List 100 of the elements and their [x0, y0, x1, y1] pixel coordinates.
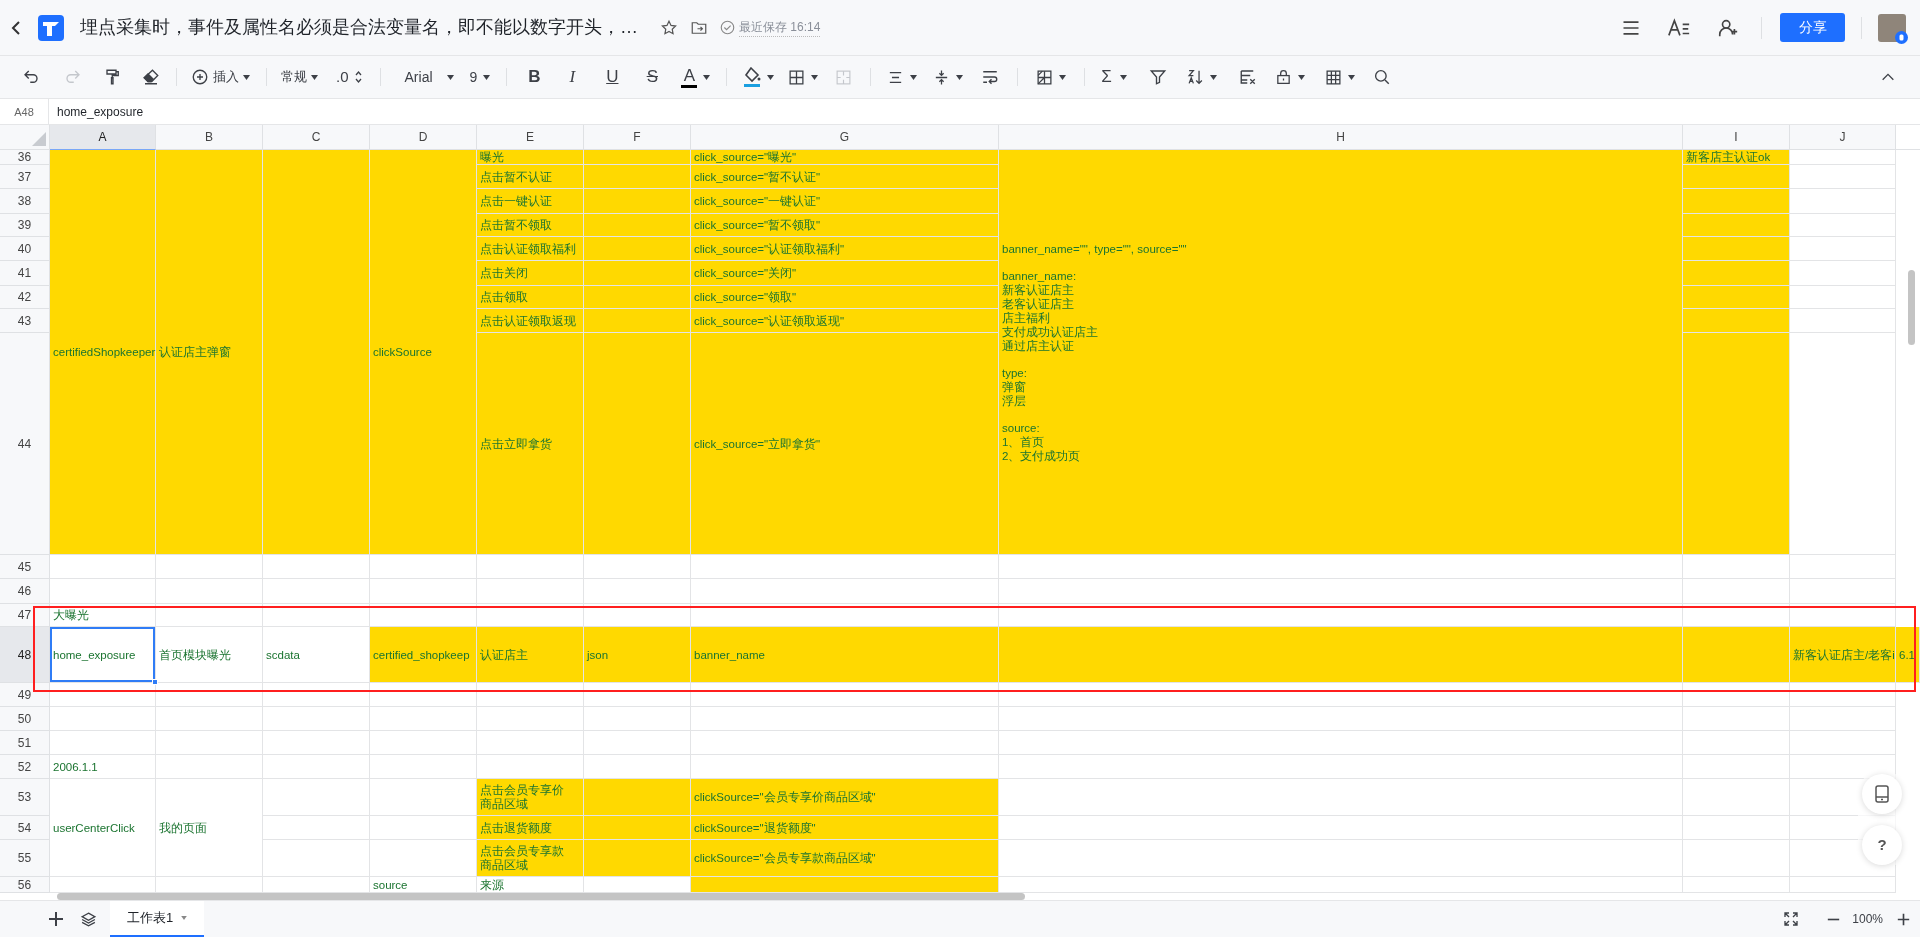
row-header[interactable]: 44 [0, 333, 50, 555]
column-header[interactable]: A [50, 125, 156, 150]
table-cell[interactable] [156, 707, 263, 731]
table-cell[interactable]: 点击领取 [477, 286, 584, 309]
table-cell[interactable] [584, 779, 691, 816]
table-cell[interactable] [477, 555, 584, 579]
share-button[interactable]: 分享 [1780, 13, 1845, 42]
table-cell[interactable] [584, 840, 691, 877]
table-cell[interactable] [1790, 309, 1896, 333]
table-cell[interactable] [1790, 731, 1896, 755]
table-cell[interactable]: 曝光 [477, 150, 584, 165]
table-cell[interactable] [263, 683, 370, 707]
font-dropdown[interactable]: Arial [400, 62, 458, 92]
table-cell[interactable] [999, 840, 1683, 877]
eraser-icon[interactable] [142, 68, 160, 86]
table-cell[interactable]: 点击暂不认证 [477, 165, 584, 189]
bold-button[interactable]: B [517, 62, 552, 92]
table-cell[interactable] [691, 731, 999, 755]
table-cell[interactable]: click_source="曝光" [691, 150, 999, 165]
table-cell[interactable] [477, 604, 584, 627]
row-header[interactable]: 36 [0, 150, 50, 165]
table-cell[interactable] [999, 731, 1683, 755]
table-cell[interactable] [1683, 286, 1790, 309]
table-cell[interactable] [1683, 604, 1790, 627]
table-cell[interactable]: certifiedShopkeeper [50, 150, 156, 555]
table-cell[interactable] [370, 731, 477, 755]
table-cell[interactable] [691, 877, 999, 893]
table-cell[interactable] [584, 261, 691, 286]
table-cell[interactable] [263, 877, 370, 893]
column-header[interactable]: H [999, 125, 1683, 150]
table-cell[interactable] [1790, 877, 1896, 893]
column-header[interactable]: G [691, 125, 999, 150]
table-cell[interactable]: banner_name="", type="", source="" banner_name: 新客认证店主 老客认证店主 店主福利 支付成功认证店主 通过店主认证 type: 弹窗 浮层 source: 1、首页 2、支付成功页 [999, 150, 1683, 555]
table-cell[interactable] [1790, 237, 1896, 261]
table-cell[interactable] [1790, 579, 1896, 604]
avatar-placeholder[interactable] [1878, 13, 1906, 42]
device-button[interactable] [1862, 774, 1902, 814]
row-header[interactable]: 41 [0, 261, 50, 286]
table-cell[interactable] [691, 707, 999, 731]
table-cell[interactable] [263, 150, 370, 555]
table-cell[interactable] [1683, 333, 1790, 555]
row-header[interactable]: 55 [0, 840, 50, 877]
table-cell[interactable]: 点击退货额度 [477, 816, 584, 840]
filter-icon[interactable] [1148, 68, 1167, 86]
table-cell[interactable] [584, 755, 691, 779]
table-cell[interactable]: 新客认证店主/老客i [1790, 627, 1896, 683]
sheet-tab[interactable]: 工作表1 [110, 901, 205, 937]
table-cell[interactable]: 点击一键认证 [477, 189, 584, 214]
table-cell[interactable] [1683, 707, 1790, 731]
search-icon[interactable] [1372, 68, 1391, 86]
table-cell[interactable] [1683, 731, 1790, 755]
table-cell[interactable] [584, 683, 691, 707]
table-cell[interactable]: 认证店主弹窗 [156, 150, 263, 555]
clear-format-icon[interactable] [1238, 68, 1257, 86]
table-cell[interactable]: 6.1 [1896, 627, 1920, 683]
table-cell[interactable]: click_source="一键认证" [691, 189, 999, 214]
table-cell[interactable] [1683, 627, 1790, 683]
table-cell[interactable]: clickSource="会员专享款商品区域" [691, 840, 999, 877]
row-header[interactable]: 52 [0, 755, 50, 779]
table-cell[interactable] [370, 779, 477, 816]
row-header[interactable]: 42 [0, 286, 50, 309]
row-header[interactable]: 54 [0, 816, 50, 840]
help-button[interactable]: ? [1862, 825, 1902, 865]
table-cell[interactable] [1683, 779, 1790, 816]
font-size-dropdown[interactable]: 9 [465, 62, 495, 92]
table-cell[interactable] [1790, 286, 1896, 309]
table-cell[interactable] [477, 579, 584, 604]
table-cell[interactable] [584, 286, 691, 309]
text-color-button[interactable]: A [677, 62, 715, 92]
table-cell[interactable] [263, 604, 370, 627]
table-cell[interactable] [691, 555, 999, 579]
table-cell[interactable] [156, 604, 263, 627]
table-cell[interactable] [50, 683, 156, 707]
table-cell[interactable] [477, 755, 584, 779]
table-cell[interactable] [50, 579, 156, 604]
table-cell[interactable] [691, 579, 999, 604]
table-cell[interactable]: 我的页面 [156, 779, 263, 877]
table-cell[interactable] [156, 731, 263, 755]
wrap-text-icon[interactable] [981, 68, 1000, 86]
table-cell[interactable] [50, 731, 156, 755]
table-cell[interactable] [999, 627, 1683, 683]
table-cell[interactable] [370, 604, 477, 627]
table-cell[interactable]: clickSource="会员专享价商品区域" [691, 779, 999, 816]
column-header[interactable]: J [1790, 125, 1896, 150]
table-cell[interactable] [584, 555, 691, 579]
table-cell[interactable]: click_source="立即拿货" [691, 333, 999, 555]
table-cell[interactable]: clickSource="退货额度" [691, 816, 999, 840]
table-cell[interactable] [1683, 165, 1790, 189]
table-cell[interactable]: 点击立即拿货 [477, 333, 584, 555]
format-painter-icon[interactable] [104, 68, 122, 86]
table-cell[interactable] [1683, 261, 1790, 286]
row-header[interactable]: 45 [0, 555, 50, 579]
table-cell[interactable]: click_source="暂不认证" [691, 165, 999, 189]
horizontal-scrollbar[interactable] [57, 893, 1025, 900]
table-cell[interactable] [691, 683, 999, 707]
vertical-scrollbar[interactable] [1908, 270, 1915, 345]
table-cell[interactable]: 首页模块曝光 [156, 627, 263, 683]
row-header[interactable]: 46 [0, 579, 50, 604]
table-cell[interactable] [263, 779, 370, 816]
table-cell[interactable] [370, 840, 477, 877]
